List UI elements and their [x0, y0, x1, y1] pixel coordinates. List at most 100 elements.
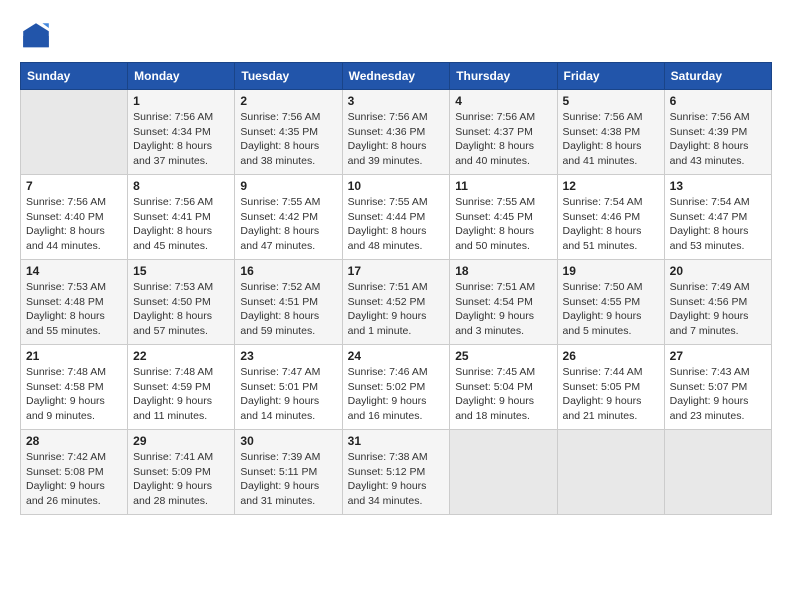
calendar-cell: 5 Sunrise: 7:56 AM Sunset: 4:38 PM Daylig… [557, 90, 664, 175]
day-number: 24 [348, 349, 445, 363]
day-info: Sunrise: 7:56 AM Sunset: 4:40 PM Dayligh… [26, 195, 122, 254]
calendar-cell: 19Sunrise: 7:50 AM Sunset: 4:55 PM Dayli… [557, 260, 664, 345]
calendar-cell: 7 Sunrise: 7:56 AM Sunset: 4:40 PM Daylig… [21, 175, 128, 260]
day-info: Sunrise: 7:41 AM Sunset: 5:09 PM Dayligh… [133, 450, 229, 509]
day-number: 23 [240, 349, 336, 363]
calendar-cell: 28 Sunrise: 7:42 AM Sunset: 5:08 PM Dayli… [21, 430, 128, 515]
day-number: 22 [133, 349, 229, 363]
day-info: Sunrise: 7:56 AM Sunset: 4:38 PM Dayligh… [563, 110, 659, 169]
weekday-header-thursday: Thursday [450, 63, 557, 90]
day-number: 28 [26, 434, 122, 448]
logo [20, 20, 56, 52]
calendar-cell: 14 Sunrise: 7:53 AM Sunset: 4:48 PM Dayli… [21, 260, 128, 345]
calendar-cell: 8Sunrise: 7:56 AM Sunset: 4:41 PM Daylig… [128, 175, 235, 260]
calendar-body: 1 Sunrise: 7:56 AM Sunset: 4:34 PM Daylig… [21, 90, 772, 515]
day-number: 19 [563, 264, 659, 278]
day-number: 25 [455, 349, 551, 363]
weekday-header-tuesday: Tuesday [235, 63, 342, 90]
day-info: Sunrise: 7:38 AM Sunset: 5:12 PM Dayligh… [348, 450, 445, 509]
day-number: 29 [133, 434, 229, 448]
day-info: Sunrise: 7:48 AM Sunset: 4:59 PM Dayligh… [133, 365, 229, 424]
calendar-cell: 31 Sunrise: 7:38 AM Sunset: 5:12 PM Dayli… [342, 430, 450, 515]
weekday-header-row: SundayMondayTuesdayWednesdayThursdayFrid… [21, 63, 772, 90]
day-info: Sunrise: 7:55 AM Sunset: 4:42 PM Dayligh… [240, 195, 336, 254]
page-header [20, 20, 772, 52]
calendar-week-1: 1 Sunrise: 7:56 AM Sunset: 4:34 PM Daylig… [21, 90, 772, 175]
calendar-cell: 24 Sunrise: 7:46 AM Sunset: 5:02 PM Dayli… [342, 345, 450, 430]
day-info: Sunrise: 7:47 AM Sunset: 5:01 PM Dayligh… [240, 365, 336, 424]
weekday-header-wednesday: Wednesday [342, 63, 450, 90]
day-info: Sunrise: 7:56 AM Sunset: 4:34 PM Dayligh… [133, 110, 229, 169]
day-info: Sunrise: 7:48 AM Sunset: 4:58 PM Dayligh… [26, 365, 122, 424]
day-info: Sunrise: 7:49 AM Sunset: 4:56 PM Dayligh… [670, 280, 766, 339]
calendar-table: SundayMondayTuesdayWednesdayThursdayFrid… [20, 62, 772, 515]
weekday-header-monday: Monday [128, 63, 235, 90]
calendar-week-4: 21Sunrise: 7:48 AM Sunset: 4:58 PM Dayli… [21, 345, 772, 430]
day-number: 1 [133, 94, 229, 108]
day-number: 31 [348, 434, 445, 448]
calendar-cell: 17Sunrise: 7:51 AM Sunset: 4:52 PM Dayli… [342, 260, 450, 345]
day-info: Sunrise: 7:55 AM Sunset: 4:44 PM Dayligh… [348, 195, 445, 254]
day-number: 14 [26, 264, 122, 278]
calendar-cell: 29 Sunrise: 7:41 AM Sunset: 5:09 PM Dayli… [128, 430, 235, 515]
calendar-cell: 1 Sunrise: 7:56 AM Sunset: 4:34 PM Daylig… [128, 90, 235, 175]
day-number: 16 [240, 264, 336, 278]
weekday-header-saturday: Saturday [664, 63, 771, 90]
calendar-cell: 15Sunrise: 7:53 AM Sunset: 4:50 PM Dayli… [128, 260, 235, 345]
calendar-cell [557, 430, 664, 515]
day-info: Sunrise: 7:45 AM Sunset: 5:04 PM Dayligh… [455, 365, 551, 424]
day-info: Sunrise: 7:56 AM Sunset: 4:39 PM Dayligh… [670, 110, 766, 169]
day-number: 6 [670, 94, 766, 108]
weekday-header-friday: Friday [557, 63, 664, 90]
day-number: 3 [348, 94, 445, 108]
calendar-cell: 13 Sunrise: 7:54 AM Sunset: 4:47 PM Dayli… [664, 175, 771, 260]
day-number: 7 [26, 179, 122, 193]
day-number: 20 [670, 264, 766, 278]
day-info: Sunrise: 7:46 AM Sunset: 5:02 PM Dayligh… [348, 365, 445, 424]
day-info: Sunrise: 7:56 AM Sunset: 4:36 PM Dayligh… [348, 110, 445, 169]
calendar-cell: 25 Sunrise: 7:45 AM Sunset: 5:04 PM Dayli… [450, 345, 557, 430]
day-info: Sunrise: 7:43 AM Sunset: 5:07 PM Dayligh… [670, 365, 766, 424]
logo-icon [20, 20, 52, 52]
calendar-cell: 6 Sunrise: 7:56 AM Sunset: 4:39 PM Daylig… [664, 90, 771, 175]
day-info: Sunrise: 7:42 AM Sunset: 5:08 PM Dayligh… [26, 450, 122, 509]
weekday-header-sunday: Sunday [21, 63, 128, 90]
calendar-cell: 18Sunrise: 7:51 AM Sunset: 4:54 PM Dayli… [450, 260, 557, 345]
day-info: Sunrise: 7:44 AM Sunset: 5:05 PM Dayligh… [563, 365, 659, 424]
day-number: 26 [563, 349, 659, 363]
day-number: 5 [563, 94, 659, 108]
calendar-cell: 12 Sunrise: 7:54 AM Sunset: 4:46 PM Dayli… [557, 175, 664, 260]
calendar-week-2: 7 Sunrise: 7:56 AM Sunset: 4:40 PM Daylig… [21, 175, 772, 260]
day-info: Sunrise: 7:54 AM Sunset: 4:47 PM Dayligh… [670, 195, 766, 254]
day-info: Sunrise: 7:53 AM Sunset: 4:48 PM Dayligh… [26, 280, 122, 339]
calendar-cell: 22 Sunrise: 7:48 AM Sunset: 4:59 PM Dayli… [128, 345, 235, 430]
day-number: 30 [240, 434, 336, 448]
day-number: 4 [455, 94, 551, 108]
day-info: Sunrise: 7:56 AM Sunset: 4:35 PM Dayligh… [240, 110, 336, 169]
calendar-cell: 3 Sunrise: 7:56 AM Sunset: 4:36 PM Daylig… [342, 90, 450, 175]
day-number: 12 [563, 179, 659, 193]
calendar-cell [450, 430, 557, 515]
day-info: Sunrise: 7:53 AM Sunset: 4:50 PM Dayligh… [133, 280, 229, 339]
day-number: 9 [240, 179, 336, 193]
calendar-cell: 2 Sunrise: 7:56 AM Sunset: 4:35 PM Daylig… [235, 90, 342, 175]
day-number: 2 [240, 94, 336, 108]
day-number: 17 [348, 264, 445, 278]
day-number: 18 [455, 264, 551, 278]
calendar-cell [21, 90, 128, 175]
calendar-cell: 20 Sunrise: 7:49 AM Sunset: 4:56 PM Dayli… [664, 260, 771, 345]
calendar-cell: 26 Sunrise: 7:44 AM Sunset: 5:05 PM Dayli… [557, 345, 664, 430]
calendar-week-3: 14 Sunrise: 7:53 AM Sunset: 4:48 PM Dayli… [21, 260, 772, 345]
day-info: Sunrise: 7:54 AM Sunset: 4:46 PM Dayligh… [563, 195, 659, 254]
day-info: Sunrise: 7:56 AM Sunset: 4:41 PM Dayligh… [133, 195, 229, 254]
calendar-cell: 27 Sunrise: 7:43 AM Sunset: 5:07 PM Dayli… [664, 345, 771, 430]
day-info: Sunrise: 7:56 AM Sunset: 4:37 PM Dayligh… [455, 110, 551, 169]
calendar-cell: 4 Sunrise: 7:56 AM Sunset: 4:37 PM Daylig… [450, 90, 557, 175]
day-number: 11 [455, 179, 551, 193]
day-info: Sunrise: 7:55 AM Sunset: 4:45 PM Dayligh… [455, 195, 551, 254]
day-number: 13 [670, 179, 766, 193]
calendar-cell [664, 430, 771, 515]
day-info: Sunrise: 7:52 AM Sunset: 4:51 PM Dayligh… [240, 280, 336, 339]
day-number: 10 [348, 179, 445, 193]
day-number: 27 [670, 349, 766, 363]
